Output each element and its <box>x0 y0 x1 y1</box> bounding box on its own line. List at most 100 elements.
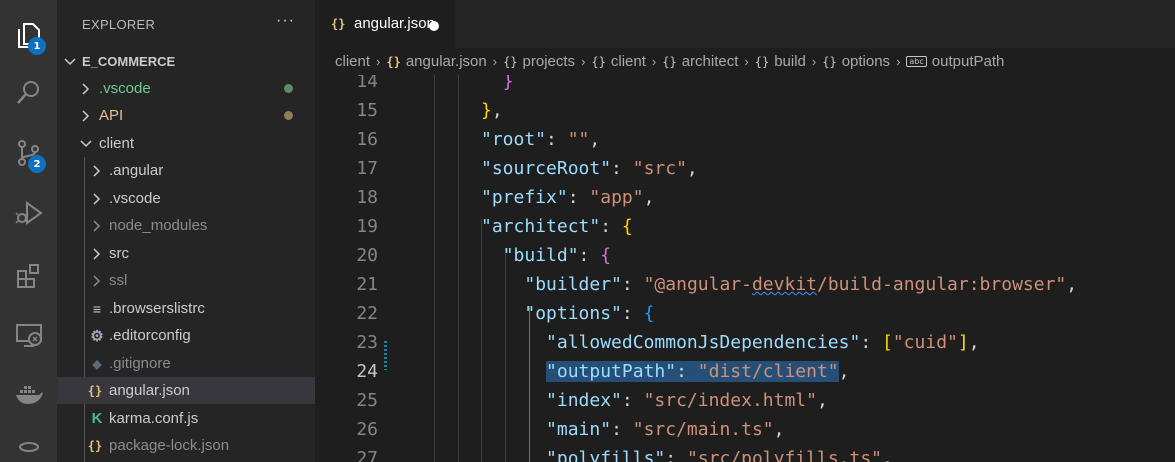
code-token: , <box>968 332 980 353</box>
code-line[interactable]: 21 "builder": "@angular-devkit/build-ang… <box>315 270 1175 299</box>
code-line[interactable]: 23 "allowedCommonJsDependencies": ["cuid… <box>315 328 1175 357</box>
code-token: : <box>578 245 601 266</box>
code-token: "sourceRoot" <box>481 158 612 179</box>
code-line[interactable]: 15}, <box>315 96 1175 125</box>
tree-item-src[interactable]: src <box>57 240 315 267</box>
tree-item-browserslistrc[interactable]: ≡ .browserslistrc <box>57 295 315 322</box>
line-text: "allowedCommonJsDependencies": ["cuid"], <box>481 328 980 357</box>
line-number: 16 <box>356 129 378 150</box>
code-line[interactable]: 27 "polyfills": "src/polyfills.ts", <box>315 444 1175 462</box>
breadcrumb-item[interactable]: {} build <box>755 53 806 70</box>
breadcrumb-item[interactable]: {} architect <box>662 53 738 70</box>
chevron-right-icon <box>79 82 93 96</box>
line-number: 19 <box>356 216 378 237</box>
code-token: : <box>600 216 622 237</box>
line-text: "prefix": "app", <box>481 183 654 212</box>
search-activity[interactable] <box>0 68 57 118</box>
activity-bar: 1 2 <box>0 0 57 462</box>
chevron-right-icon <box>90 247 104 261</box>
karma-file-icon: K <box>91 410 103 427</box>
code-editor[interactable]: 14 } 15}, 16 "root": "", 17 "sourceRoot": "sr… <box>315 75 1175 462</box>
tree-item-client[interactable]: client <box>57 130 315 157</box>
code-token: "build" <box>502 245 579 266</box>
explorer-activity[interactable]: 1 <box>0 10 57 60</box>
source-control-activity[interactable]: 2 <box>0 128 57 178</box>
tree-item-api[interactable]: API <box>57 102 315 129</box>
tree-item-package-lock[interactable]: {} package-lock.json <box>57 432 315 459</box>
code-line[interactable]: 16 "root": "", <box>315 125 1175 154</box>
tab-angular-json[interactable]: {} angular.json <box>315 0 455 48</box>
chevron-right-icon: › <box>744 54 749 69</box>
extensions-activity[interactable] <box>0 250 57 300</box>
code-line[interactable]: 22 "options": { <box>315 299 1175 328</box>
code-line[interactable]: 26 "main": "src/main.ts", <box>315 415 1175 444</box>
docker-icon <box>15 386 43 404</box>
unsaved-dot-icon[interactable] <box>429 21 439 31</box>
code-token: , <box>686 158 698 179</box>
code-line[interactable]: 24 "outputPath": "dist/client", <box>315 357 1175 386</box>
search-icon <box>16 81 39 104</box>
code-line[interactable]: 19 "architect": { <box>315 212 1175 241</box>
tree-item-vscode[interactable]: .vscode <box>57 185 315 212</box>
line-number: 21 <box>356 274 378 295</box>
chevron-right-icon: › <box>492 54 498 69</box>
code-token: , <box>643 187 655 208</box>
breadcrumb-item[interactable]: {} angular.json <box>386 53 486 70</box>
code-token: , <box>773 419 785 440</box>
code-line[interactable]: 14 } <box>315 75 1175 96</box>
line-text: "sourceRoot": "src", <box>481 154 698 183</box>
line-number: 18 <box>356 187 378 208</box>
breadcrumb-item[interactable]: {} projects <box>503 53 575 70</box>
line-text: "builder": "@angular-devkit/build-angula… <box>481 270 1077 299</box>
line-number: 14 <box>356 75 378 92</box>
code-token: "options" <box>524 303 622 324</box>
tree-item-angular-folder[interactable]: .angular <box>57 157 315 184</box>
workspace-root[interactable]: E_COMMERCE <box>57 48 315 75</box>
git-status-dot <box>284 84 293 93</box>
docker-activity[interactable] <box>0 370 57 420</box>
code-token: "cuid" <box>892 332 958 353</box>
tree-item-ssl[interactable]: ssl <box>57 267 315 294</box>
tree-item-label: src <box>109 245 129 262</box>
chevron-down-icon <box>63 55 77 69</box>
breadcrumb-item[interactable]: client <box>335 53 370 70</box>
remote-explorer-activity[interactable] <box>0 310 57 360</box>
breadcrumb-item[interactable]: abc outputPath <box>906 53 1004 70</box>
object-icon: {} <box>754 54 770 69</box>
tree-item-gitignore[interactable]: ◆ .gitignore <box>57 350 315 377</box>
code-token: "allowedCommonJsDependencies" <box>546 332 861 353</box>
line-text: "root": "", <box>481 125 600 154</box>
tree-item-label: .vscode <box>99 80 151 97</box>
run-debug-activity[interactable] <box>0 188 57 238</box>
code-line[interactable]: 18 "prefix": "app", <box>315 183 1175 212</box>
tree-item-karma-conf[interactable]: K karma.conf.js <box>57 405 315 432</box>
extensions-icon <box>16 264 39 288</box>
database-activity[interactable] <box>0 430 57 462</box>
code-line[interactable]: 25 "index": "src/index.html", <box>315 386 1175 415</box>
tree-item-vscode-root[interactable]: .vscode <box>57 75 315 102</box>
source-control-badge: 2 <box>28 155 46 173</box>
run-debug-icon <box>14 201 43 225</box>
json-file-icon: {} <box>87 438 103 453</box>
breadcrumb-item[interactable]: {} client <box>591 53 645 70</box>
tree-item-angular-json[interactable]: {} angular.json <box>57 377 315 404</box>
breadcrumb-item[interactable]: {} options <box>822 53 890 70</box>
tree-item-editorconfig[interactable]: ⚙ .editorconfig <box>57 322 315 349</box>
chevron-right-icon: › <box>651 54 657 69</box>
line-number: 15 <box>356 100 378 121</box>
code-token: "polyfills" <box>546 448 666 462</box>
json-file-icon: {} <box>87 383 103 398</box>
database-icon <box>18 442 39 452</box>
code-token: : <box>611 158 633 179</box>
tree-item-label: .gitignore <box>109 355 171 372</box>
more-actions-button[interactable]: ··· <box>276 12 295 30</box>
line-text: "polyfills": "src/polyfills.ts", <box>481 444 893 462</box>
code-line[interactable]: 17 "sourceRoot": "src", <box>315 154 1175 183</box>
line-text: "main": "src/main.ts", <box>481 415 784 444</box>
tree-item-node-modules[interactable]: node_modules <box>57 212 315 239</box>
code-token: "" <box>567 129 590 150</box>
code-token: "outputPath" <box>546 361 677 382</box>
line-number: 27 <box>356 448 378 462</box>
code-line[interactable]: 20 "build": { <box>315 241 1175 270</box>
